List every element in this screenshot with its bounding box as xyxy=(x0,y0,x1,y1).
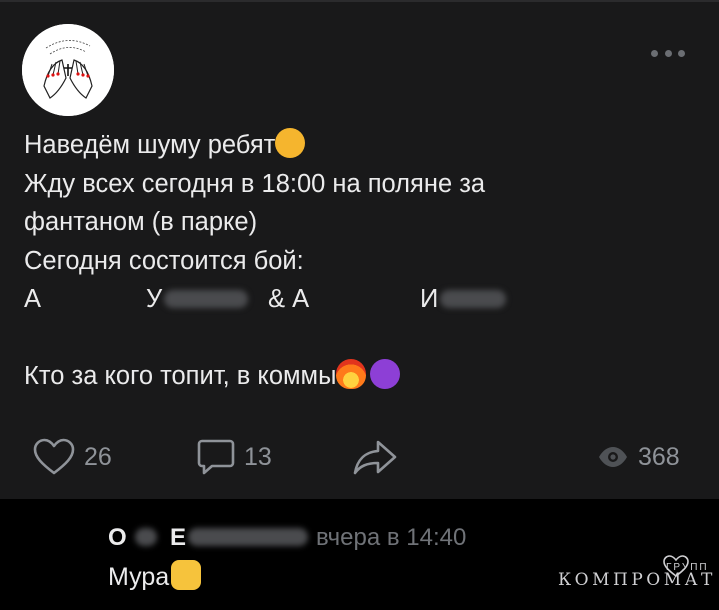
heart-icon xyxy=(33,438,75,475)
fire-emoji-icon xyxy=(336,359,367,389)
fighter-1-name-visible: У xyxy=(146,285,163,313)
share-icon xyxy=(353,440,397,475)
post-line-text: Кто за кого топит, в коммы xyxy=(24,362,337,390)
comment-text-content: Мура xyxy=(108,563,170,591)
community-avatar[interactable] xyxy=(22,24,114,116)
fighter-2-name: И xyxy=(420,280,507,319)
post-line-text: Сегодня состоится бой: xyxy=(24,246,304,275)
smiling-devil-emoji-icon xyxy=(370,359,401,389)
fighter-1-initial: А xyxy=(24,285,42,313)
post-line: фантаном (в парке) xyxy=(24,203,664,242)
fight-line: А У & А И xyxy=(24,280,664,319)
comment-text: Мура xyxy=(108,560,202,592)
post-line: Сегодня состоится бой: xyxy=(24,242,664,281)
more-options-icon[interactable] xyxy=(651,46,685,60)
post-line: Кто за кого топит, в коммы xyxy=(24,357,664,396)
cat-smirk-emoji-icon xyxy=(275,128,306,158)
empty-line xyxy=(24,319,664,358)
watermark-text: КОМПРОМАТ xyxy=(558,570,716,590)
author-first-initial: О xyxy=(108,524,127,551)
watermark: ГРУПП КОМПРОМАТ xyxy=(558,555,716,596)
post-line-text: фантаном (в парке) xyxy=(24,208,258,236)
author-last-initial: Е xyxy=(170,524,187,551)
comments-count: 13 xyxy=(244,442,272,471)
raised-fist-emoji-icon xyxy=(171,560,202,590)
post-line-text: Жду всех сегодня в 18:00 на поляне за xyxy=(24,169,486,198)
views-counter: 368 xyxy=(598,434,680,480)
comment-author[interactable]: О Е xyxy=(108,524,309,552)
comment-icon xyxy=(197,439,235,475)
post-line: Жду всех сегодня в 18:00 на поляне за xyxy=(24,165,664,204)
post-card: Наведём шуму ребят Жду всех сегодня в 18… xyxy=(0,0,719,499)
post-text: Наведём шуму ребят Жду всех сегодня в 18… xyxy=(24,126,664,396)
fight-connector: & А xyxy=(268,285,310,313)
post-line: Наведём шуму ребят xyxy=(24,126,664,165)
share-button[interactable] xyxy=(352,434,398,480)
eye-icon xyxy=(599,447,627,467)
comment-button[interactable]: 13 xyxy=(196,434,272,480)
dot xyxy=(678,49,685,57)
dot xyxy=(664,49,672,57)
dot xyxy=(651,49,658,57)
blurred-name xyxy=(440,290,507,308)
author-blurred-name xyxy=(133,524,163,552)
like-button[interactable]: 26 xyxy=(32,434,112,480)
likes-count: 26 xyxy=(84,442,112,471)
post-line-text: Наведём шуму ребят xyxy=(24,131,276,159)
comment-timestamp[interactable]: вчера в 14:40 xyxy=(316,524,466,552)
fighter-1-name: У xyxy=(146,280,249,319)
avatar-hands-image xyxy=(22,24,114,116)
author-blurred-surname xyxy=(188,528,309,546)
views-count: 368 xyxy=(638,442,680,471)
fighter-2-name-visible: И xyxy=(420,285,439,313)
blurred-name xyxy=(164,290,249,308)
post-actions: 26 13 368 xyxy=(0,434,719,480)
